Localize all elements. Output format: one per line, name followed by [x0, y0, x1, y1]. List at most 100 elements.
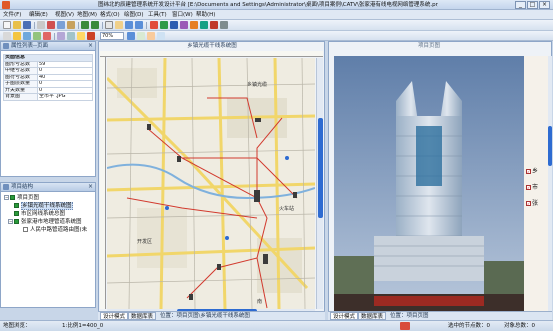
save-icon[interactable] [23, 21, 31, 29]
cut-icon[interactable] [47, 21, 55, 29]
red-tool-icon[interactable] [150, 21, 158, 29]
checkbox-icon[interactable] [14, 219, 19, 224]
green-tool-icon[interactable] [160, 21, 168, 29]
menu-help[interactable]: 帮助(H) [196, 11, 215, 19]
maximize-button[interactable]: □ [527, 1, 538, 9]
map-bottom-bar: 设计模式 数据库表 位置：项目页图\乡镇光缆干线系统图 [98, 311, 325, 320]
caption-item[interactable]: ✓ 张 [526, 200, 538, 207]
menu-draw[interactable]: 绘图(D) [124, 11, 144, 19]
checkbox-icon[interactable]: ✓ [526, 201, 531, 206]
pan-icon[interactable] [115, 21, 123, 29]
tab-database[interactable]: 数据库表 [358, 312, 387, 320]
map-vertical-scrollbar[interactable] [316, 58, 323, 309]
property-table: 页面信息 图形号总数 59 中继号总数 0 图符号总数 40 子图层数量 0 开关数量 0… [3, 54, 93, 101]
map-label: 开发区 [137, 238, 152, 245]
new-icon[interactable] [3, 21, 11, 29]
close-icon[interactable]: × [88, 42, 93, 50]
tree-node[interactable]: − 张家港市地理管道系统图 [8, 219, 82, 226]
map-drawing: 乡镇光缆 火车站 开发区 南 [107, 58, 315, 309]
paste-icon[interactable] [67, 21, 75, 29]
checkbox-icon[interactable]: ✓ [526, 185, 531, 190]
property-value[interactable]: 全市平 .JPG [37, 93, 93, 101]
tree-node[interactable]: 乡镇光缆干线系统图 [14, 202, 73, 210]
drawing-toolbar: 70% [0, 31, 553, 41]
arrow-icon[interactable] [3, 32, 11, 40]
caption-item[interactable]: ✓ 乡 [526, 168, 538, 175]
tree-node[interactable]: 市区网线系统总图 [14, 211, 65, 218]
checkbox-icon[interactable] [14, 211, 19, 216]
pointer-icon[interactable] [105, 21, 113, 29]
map-label: 乡镇光缆 [247, 81, 267, 88]
image-document-title: 项目页图 [417, 43, 440, 49]
node-icon[interactable] [190, 21, 198, 29]
tree-pane-header: 项目结构 × [1, 183, 95, 192]
menu-window[interactable]: 窗口(W) [172, 11, 193, 19]
checkbox-icon[interactable] [10, 195, 15, 200]
delete-icon[interactable] [210, 21, 218, 29]
horizontal-ruler [100, 51, 323, 57]
tree-node-label: 张家港市地理管道系统图 [21, 219, 82, 225]
caption-item[interactable]: ✓ 市 [526, 184, 538, 191]
status-app-icon [400, 322, 410, 330]
stroke-icon[interactable] [87, 32, 95, 40]
map-document-title: 乡镇光缆干线系统图 [187, 43, 237, 49]
menu-format[interactable]: 格式(O) [100, 11, 120, 19]
zoom-in-icon[interactable] [125, 21, 133, 29]
collapse-icon[interactable]: − [4, 195, 9, 200]
minimize-button[interactable]: _ [515, 1, 526, 9]
zoom-out-icon[interactable] [135, 21, 143, 29]
menu-edit[interactable]: 编辑(E) [29, 11, 48, 19]
print-icon[interactable] [37, 21, 45, 29]
caption-label: 乡 [532, 168, 539, 175]
menu-map[interactable]: 地图(M) [77, 11, 97, 19]
line-icon[interactable] [200, 21, 208, 29]
menu-file[interactable]: 文件(F) [3, 11, 21, 19]
refresh-icon[interactable] [157, 32, 165, 40]
map-label: 火车站 [279, 205, 294, 212]
polyline-icon[interactable] [33, 32, 41, 40]
tree-node-root[interactable]: − 项目页图 [4, 195, 39, 202]
tab-design-mode[interactable]: 设计模式 [100, 312, 129, 320]
pane-icon [3, 43, 9, 49]
snap-icon[interactable] [147, 32, 155, 40]
properties-icon[interactable] [220, 21, 228, 29]
scroll-thumb[interactable] [318, 118, 323, 218]
property-pane: 属性列表--页面 × 页面信息 图形号总数 59 中继号总数 0 图符号总数 40 子… [0, 41, 96, 177]
tab-design-mode[interactable]: 设计模式 [330, 312, 359, 320]
checkbox-icon[interactable] [23, 227, 28, 232]
map-canvas[interactable]: 乡镇光缆 火车站 开发区 南 [107, 58, 315, 309]
vertical-ruler [100, 57, 106, 309]
grid-icon[interactable] [137, 32, 145, 40]
zoom-combo[interactable]: 70% [100, 32, 124, 40]
undo-icon[interactable] [81, 21, 89, 29]
collapse-icon[interactable]: − [8, 219, 13, 224]
rect-icon[interactable] [13, 32, 21, 40]
blue-tool-icon[interactable] [170, 21, 178, 29]
copy-icon[interactable] [57, 21, 65, 29]
ellipse-icon[interactable] [23, 32, 31, 40]
app-icon [2, 1, 10, 9]
menu-view[interactable]: 视图(V) [55, 11, 74, 19]
property-row[interactable]: 背景图 全市平 .JPG [3, 93, 93, 101]
group-icon[interactable] [67, 32, 75, 40]
align-icon[interactable] [57, 32, 65, 40]
text-icon[interactable] [43, 32, 51, 40]
fill-icon[interactable] [77, 32, 85, 40]
tab-database[interactable]: 数据库表 [128, 312, 157, 320]
checkbox-icon[interactable] [14, 203, 19, 208]
title-bar: 图纬北的辰建管理系统开发设计平台 [E:\Documents and Setti… [0, 0, 553, 10]
checkbox-icon[interactable]: ✓ [526, 169, 531, 174]
image-vertical-scrollbar[interactable] [548, 56, 552, 311]
image-bottom-bar: 设计模式 数据库表 位置：项目页图 [328, 311, 552, 320]
open-icon[interactable] [13, 21, 21, 29]
tree-node-label: 市区网线系统总图 [21, 211, 66, 217]
close-icon[interactable]: × [88, 183, 93, 191]
tree-node[interactable]: 人民中路管道路由图(未 [23, 227, 87, 234]
fit-icon[interactable] [127, 32, 135, 40]
layer-icon[interactable] [180, 21, 188, 29]
close-button[interactable]: × [539, 1, 550, 9]
redo-icon[interactable] [91, 21, 99, 29]
menu-tools[interactable]: 工具(T) [148, 11, 167, 19]
property-pane-header: 属性列表--页面 × [1, 42, 95, 51]
scroll-thumb[interactable] [548, 126, 552, 166]
